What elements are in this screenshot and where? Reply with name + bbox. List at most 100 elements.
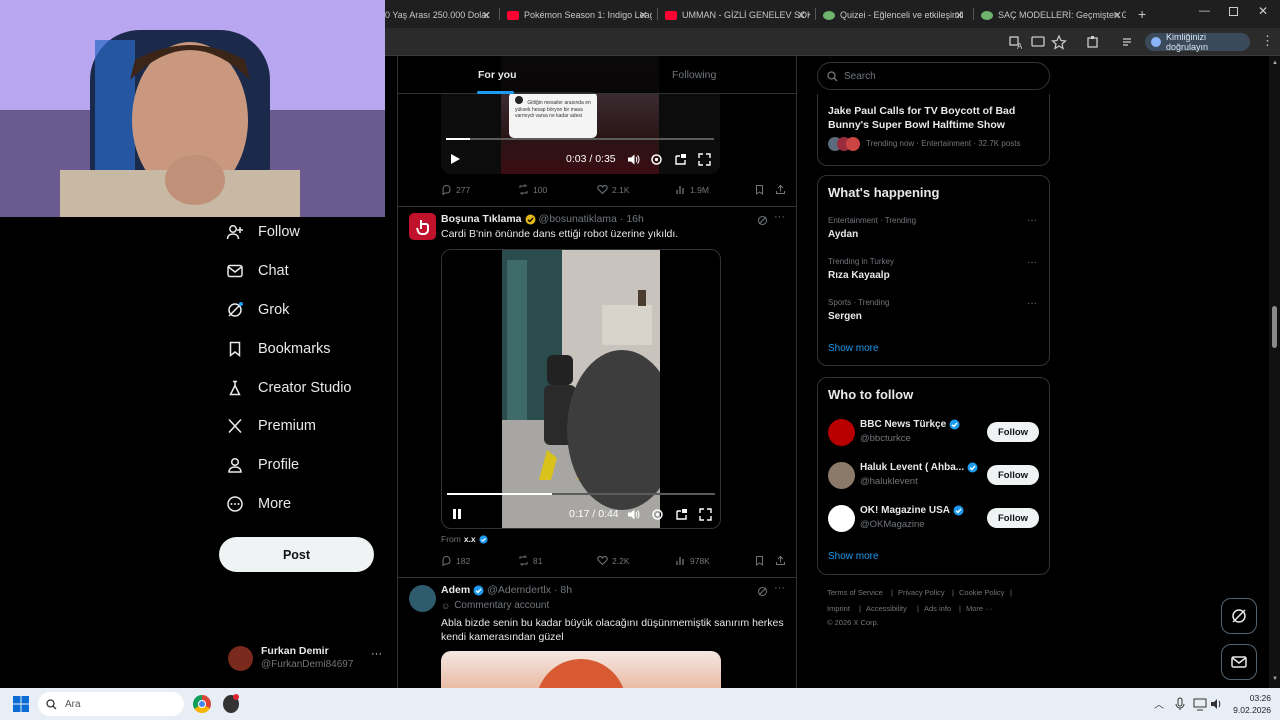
picture-in-picture-icon[interactable] [675,508,688,521]
page-scrollbar[interactable]: ▲ ▼ [1269,56,1280,688]
footer-link[interactable]: More ··· [966,604,993,613]
footer-link[interactable]: Imprint [827,604,850,613]
network-icon[interactable] [1193,697,1207,711]
media-control-icon[interactable] [1120,34,1136,50]
show-more-link[interactable]: Show more [828,551,879,562]
source-user[interactable]: x.x [464,534,476,544]
scroll-down-icon[interactable]: ▼ [1272,676,1278,682]
close-tab-icon[interactable]: ✕ [639,9,648,22]
tab-for-you[interactable]: For you [478,69,517,81]
browser-tab[interactable]: UMMAN - GİZLİ GENELEV SOK ✕ [665,4,810,26]
news-card[interactable]: Jake Paul Calls for TV Boycott of Bad Bu… [817,94,1050,166]
play-icon[interactable] [449,153,461,165]
user-name[interactable]: Haluk Levent ( Ahba... [860,462,978,473]
user-name[interactable]: OK! Magazine USA [860,505,964,516]
settings-icon[interactable] [650,153,663,166]
like-icon[interactable] [597,184,608,195]
scroll-up-icon[interactable]: ▲ [1272,60,1278,66]
maximize-icon[interactable] [1229,7,1238,16]
post-more-icon[interactable]: ··· [774,211,785,223]
extensions-icon[interactable] [1085,34,1101,50]
reply-icon[interactable] [441,555,452,566]
microphone-icon[interactable] [1174,697,1186,711]
browser-tab[interactable]: Pokémon Season 1: Indigo Leag ✕ [507,4,652,26]
post-time[interactable]: · 8h [554,584,572,596]
search-input[interactable]: Search [817,62,1050,90]
footer-link[interactable]: Accessibility [866,604,907,613]
browser-tab[interactable]: 0 Yaş Arası 250.000 Dolar ✕ [385,4,495,26]
post-button[interactable]: Post [219,537,374,572]
footer-link[interactable]: Ads info [924,604,951,613]
author-name[interactable]: Boşuna Tıklama [441,213,522,225]
footer-link[interactable]: Privacy Policy [898,588,945,597]
volume-icon[interactable] [627,508,640,521]
close-window-icon[interactable]: ✕ [1258,4,1268,18]
messages-float-button[interactable] [1221,644,1257,680]
bookmark-icon[interactable] [754,555,765,566]
repost-icon[interactable] [518,184,529,195]
bookmark-star-icon[interactable] [1051,34,1067,50]
follow-button[interactable]: Follow [987,465,1039,485]
pause-icon[interactable] [451,508,463,520]
avatar[interactable] [409,213,436,240]
nav-item-creator-studio[interactable]: Creator Studio [226,372,352,404]
footer-link[interactable]: Terms of Service [827,588,883,597]
author-handle[interactable]: @Ademdertlx [487,584,551,596]
trend-more-icon[interactable]: ··· [1027,257,1037,268]
picture-in-picture-icon[interactable] [674,153,687,166]
news-headline[interactable]: Jake Paul Calls for TV Boycott of Bad Bu… [828,104,1041,132]
translate-icon[interactable]: A [1008,34,1024,50]
nav-item-premium[interactable]: Premium [226,410,316,442]
clock-date[interactable]: 9.02.2026 [1222,705,1271,715]
cast-icon[interactable] [1030,34,1046,50]
settings-icon[interactable] [651,508,664,521]
follow-button[interactable]: Follow [987,422,1039,442]
profile-verify-button[interactable]: Kimliğinizi doğrulayın [1145,32,1250,52]
trend-more-icon[interactable]: ··· [1027,215,1037,226]
video-progress-track[interactable] [446,138,714,140]
close-tab-icon[interactable]: ✕ [797,9,806,22]
trend-more-icon[interactable]: ··· [1027,298,1037,309]
fullscreen-icon[interactable] [698,153,711,166]
tab-following[interactable]: Following [672,69,716,81]
tray-expand-icon[interactable]: ︿ [1154,696,1164,711]
author-name[interactable]: Adem [441,584,470,596]
fullscreen-icon[interactable] [699,508,712,521]
show-more-link[interactable]: Show more [828,343,879,354]
account-more-icon[interactable]: ··· [371,648,382,660]
windows-start-icon[interactable] [13,696,29,712]
video-progress-track[interactable] [447,493,715,495]
post-image[interactable] [441,651,721,688]
footer-link[interactable]: Cookie Policy [959,588,1004,597]
new-tab-icon[interactable]: + [1138,6,1146,22]
trend-item[interactable]: Sergen [828,311,862,322]
share-icon[interactable] [775,555,786,566]
repost-icon[interactable] [518,555,529,566]
user-name[interactable]: BBC News Türkçe [860,419,960,430]
taskbar-search[interactable]: Ara [38,692,184,716]
grok-float-button[interactable] [1221,598,1257,634]
post-time[interactable]: · 16h [620,213,644,225]
volume-icon[interactable] [627,153,640,166]
trend-item[interactable]: Aydan [828,229,858,240]
views-icon[interactable] [675,184,686,195]
reply-icon[interactable] [441,184,452,195]
bookmark-icon[interactable] [754,184,765,195]
author-handle[interactable]: @bosunatiklama [539,213,617,225]
account-switcher[interactable]: Furkan Demir @FurkanDemi84697 ··· [226,644,392,676]
scrollbar-thumb[interactable] [1272,306,1277,348]
follow-button[interactable]: Follow [987,508,1039,528]
avatar[interactable] [828,462,855,489]
views-icon[interactable] [675,555,686,566]
nav-item-more[interactable]: More [226,488,291,520]
share-icon[interactable] [775,184,786,195]
trend-item[interactable]: Rıza Kayaalp [828,270,890,281]
grok-icon[interactable] [757,215,768,226]
close-tab-icon[interactable]: ✕ [482,9,491,22]
browser-tab[interactable]: SAÇ MODELLERİ: Geçmişten Gü ✕ [981,4,1126,26]
browser-tab[interactable]: Quizei - Eğlenceli ve etkileşimli ✕ [823,4,968,26]
nav-item-profile[interactable]: Profile [226,449,299,481]
browser-menu-icon[interactable]: ⋮ [1261,34,1274,48]
clock-time[interactable]: 03:26 [1231,693,1271,703]
nav-item-chat[interactable]: Chat [226,255,289,287]
